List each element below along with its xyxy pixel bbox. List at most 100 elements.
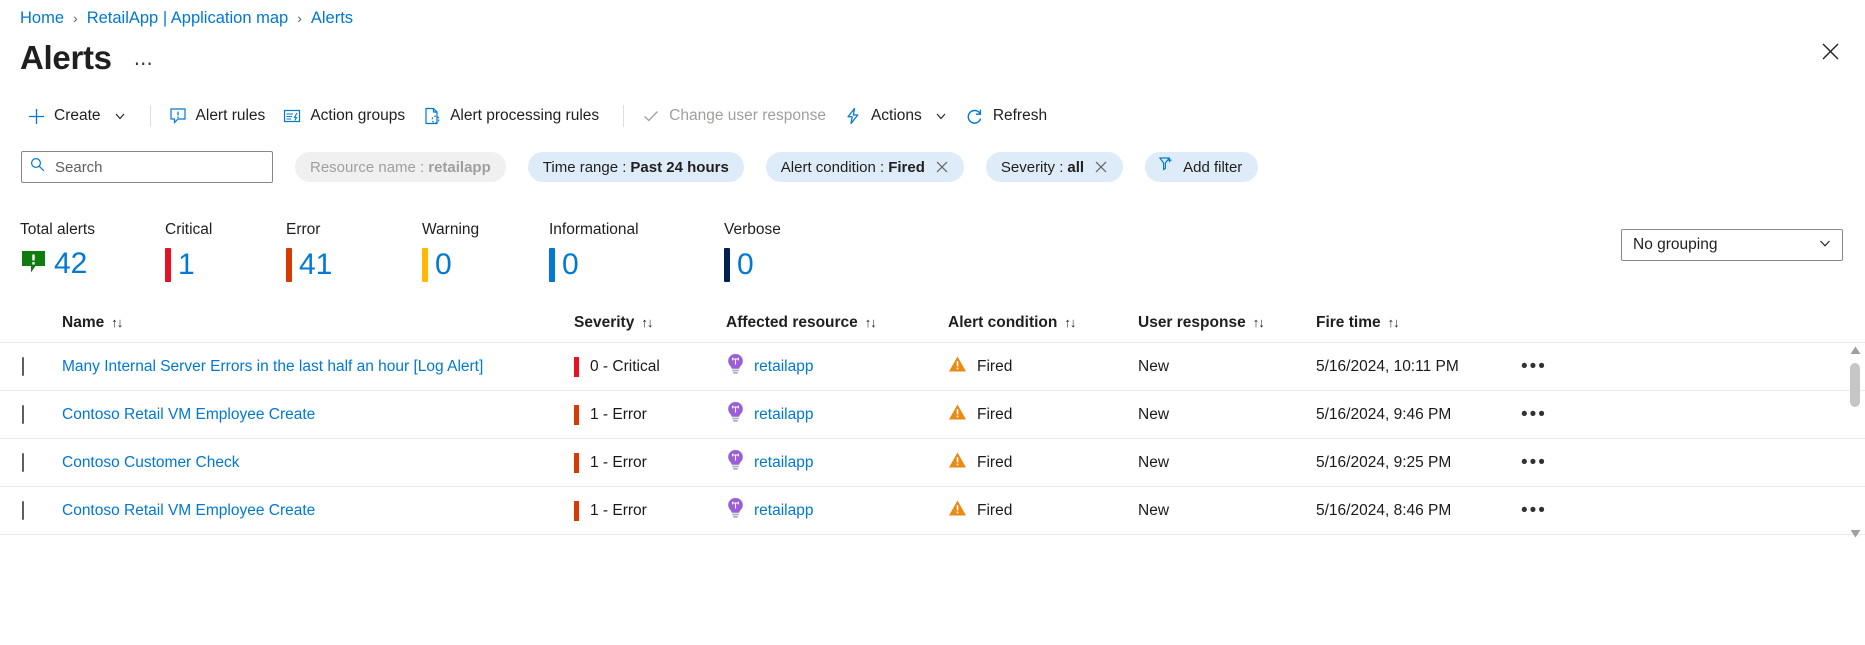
search-box[interactable] [21, 151, 273, 183]
sort-icon: ↑↓ [1388, 315, 1399, 330]
application-insights-icon [726, 497, 745, 524]
filter-pill-time-range[interactable]: Time range : Past 24 hours [528, 152, 744, 182]
severity-cell: 1 - Error [574, 453, 726, 473]
breadcrumb-item-alerts[interactable]: Alerts [311, 9, 353, 28]
filter-pill-value: retailapp [428, 159, 491, 176]
summary-label: Warning [422, 221, 549, 239]
row-select-cell [22, 502, 62, 520]
add-filter-button[interactable]: Add filter [1145, 152, 1258, 182]
warning-triangle-icon [948, 403, 967, 426]
user-response-cell: New [1138, 454, 1316, 472]
filter-pill-severity[interactable]: Severity : all [986, 152, 1123, 182]
breadcrumb: Home › RetailApp | Application map › Ale… [0, 0, 1865, 30]
search-input[interactable] [53, 158, 264, 177]
column-header-affected-resource[interactable]: Affected resource ↑↓ [726, 314, 948, 332]
summary-informational[interactable]: Informational 0 [549, 221, 724, 282]
column-header-name[interactable]: Name ↑↓ [62, 314, 574, 332]
scrollbar-track[interactable] [1847, 357, 1863, 529]
refresh-button[interactable]: Refresh [959, 101, 1059, 132]
create-button[interactable]: Create [22, 101, 138, 131]
filter-pill-label: Alert condition : [781, 159, 884, 176]
summary-value: 0 [737, 250, 754, 280]
filter-bar: Resource name : retailapp Time range : P… [0, 146, 1865, 188]
table-row[interactable]: Contoso Retail VM Employee Create1 - Err… [0, 391, 1865, 439]
alert-rules-button[interactable]: Alert rules [163, 101, 278, 131]
alert-name-link[interactable]: Contoso Retail VM Employee Create [62, 502, 315, 519]
fire-time-cell: 5/16/2024, 10:11 PM [1316, 358, 1521, 376]
remove-filter-button[interactable] [935, 160, 949, 174]
alert-name-link[interactable]: Many Internal Server Errors in the last … [62, 358, 483, 375]
alert-name-cell: Contoso Retail VM Employee Create [62, 406, 574, 424]
table-body: Many Internal Server Errors in the last … [0, 343, 1865, 535]
row-checkbox[interactable] [22, 357, 24, 376]
page-title: Alerts [20, 41, 112, 74]
action-group-icon [283, 107, 301, 125]
action-groups-button[interactable]: Action groups [277, 101, 417, 131]
column-label: Severity [574, 314, 634, 332]
row-select-cell [22, 454, 62, 472]
scroll-down-arrow-icon[interactable] [1850, 529, 1861, 540]
alert-name-link[interactable]: Contoso Retail VM Employee Create [62, 406, 315, 423]
row-more-menu-button[interactable]: ••• [1521, 500, 1547, 521]
filter-pill-value: all [1067, 159, 1084, 176]
breadcrumb-item-home[interactable]: Home [20, 9, 64, 28]
severity-bar-critical [165, 248, 171, 282]
close-icon [935, 160, 949, 174]
row-more-menu-button[interactable]: ••• [1521, 404, 1547, 425]
severity-bar [574, 501, 579, 521]
vertical-scrollbar[interactable] [1847, 343, 1863, 543]
column-header-alert-condition[interactable]: Alert condition ↑↓ [948, 314, 1138, 332]
table-row[interactable]: Contoso Retail VM Employee Create1 - Err… [0, 487, 1865, 535]
remove-filter-button[interactable] [1094, 160, 1108, 174]
severity-bar [574, 405, 579, 425]
summary-warning[interactable]: Warning 0 [422, 221, 549, 282]
summary-value: 41 [299, 250, 332, 280]
summary-value: 42 [54, 249, 87, 279]
actions-button[interactable]: Actions [838, 101, 959, 131]
alert-name-link[interactable]: Contoso Customer Check [62, 454, 239, 471]
column-header-user-response[interactable]: User response ↑↓ [1138, 314, 1316, 332]
summary-critical[interactable]: Critical 1 [165, 221, 286, 282]
column-label: Name [62, 314, 104, 332]
row-actions-cell: ••• [1521, 501, 1581, 521]
row-checkbox[interactable] [22, 453, 24, 472]
table-row[interactable]: Contoso Customer Check 1 - Error retailapp… [0, 439, 1865, 487]
summary-label: Total alerts [20, 221, 165, 239]
severity-bar [574, 453, 579, 473]
user-response-cell: New [1138, 502, 1316, 520]
affected-resource-link[interactable]: retailapp [754, 358, 813, 376]
grouping-dropdown[interactable]: No grouping [1621, 229, 1843, 261]
alert-condition-label: Fired [977, 358, 1012, 376]
scroll-up-arrow-icon[interactable] [1850, 346, 1861, 357]
severity-bar [574, 357, 579, 377]
row-checkbox[interactable] [22, 405, 24, 424]
affected-resource-link[interactable]: retailapp [754, 502, 813, 520]
column-header-severity[interactable]: Severity ↑↓ [574, 314, 726, 332]
row-checkbox[interactable] [22, 501, 24, 520]
affected-resource-link[interactable]: retailapp [754, 406, 813, 424]
row-more-menu-button[interactable]: ••• [1521, 452, 1547, 473]
filter-pill-alert-condition[interactable]: Alert condition : Fired [766, 152, 964, 182]
alert-processing-rule-icon [423, 107, 441, 125]
breadcrumb-separator-icon: › [73, 10, 78, 26]
alert-condition-cell: Fired [948, 499, 1138, 522]
filter-pill-value: Fired [888, 159, 925, 176]
severity-label: 0 - Critical [590, 358, 660, 376]
summary-verbose[interactable]: Verbose 0 [724, 221, 781, 282]
affected-resource-link[interactable]: retailapp [754, 454, 813, 472]
table-row[interactable]: Many Internal Server Errors in the last … [0, 343, 1865, 391]
scrollbar-thumb[interactable] [1850, 363, 1860, 407]
summary-error[interactable]: Error 41 [286, 221, 422, 282]
close-button[interactable] [1813, 34, 1847, 68]
row-more-menu-button[interactable]: ••• [1521, 356, 1547, 377]
table-header-row: Name ↑↓ Severity ↑↓ Affected resource ↑↓… [0, 303, 1865, 343]
lightning-bolt-icon [844, 107, 862, 125]
alert-condition-label: Fired [977, 406, 1012, 424]
alerts-table: Name ↑↓ Severity ↑↓ Affected resource ↑↓… [0, 303, 1865, 535]
breadcrumb-item-retailapp[interactable]: RetailApp | Application map [87, 9, 289, 28]
alert-processing-rules-button[interactable]: Alert processing rules [417, 101, 611, 131]
page-more-menu-button[interactable]: ⋯ [134, 53, 155, 82]
summary-total-alerts[interactable]: Total alerts 42 [20, 221, 165, 280]
column-header-fire-time[interactable]: Fire time ↑↓ [1316, 314, 1521, 332]
close-icon [1094, 160, 1108, 174]
